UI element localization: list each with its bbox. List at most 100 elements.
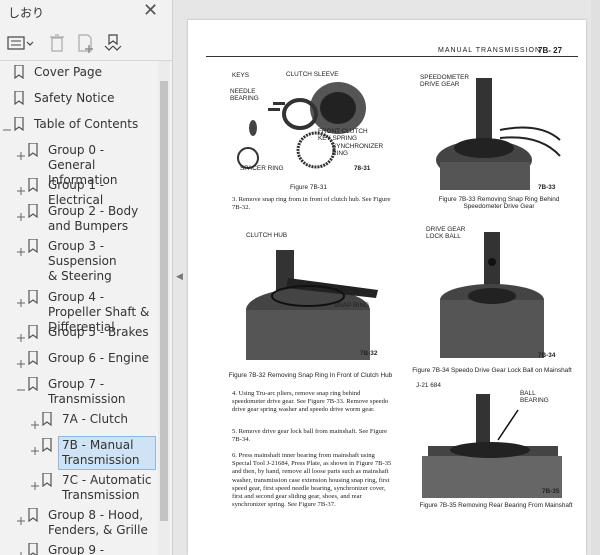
figure-7b-34-drawing: [440, 232, 544, 358]
fig31-number: 78-31: [354, 165, 371, 172]
bookmark-label: 7B - Manual Transmission: [62, 438, 140, 467]
bookmark-group-0[interactable]: Group 0 - General Information: [0, 143, 158, 187]
fig33-number: 7B-33: [538, 184, 556, 191]
bookmark-label: Group 8 - Hood, Fenders, & Grille: [48, 508, 148, 537]
expand-toggle-icon[interactable]: [16, 242, 26, 256]
fig32-label-snap-ring: SNAP RING: [334, 302, 370, 309]
expand-toggle-icon[interactable]: [16, 146, 26, 160]
bookmark-group-7[interactable]: Group 7 - Transmission: [0, 377, 158, 409]
panel-header: しおり ✕: [0, 0, 172, 24]
bookmark-7b-manual-transmission[interactable]: 7B - Manual Transmission: [0, 438, 158, 470]
list-options-icon[interactable]: [6, 32, 34, 54]
fig32-number: 7B-32: [360, 350, 378, 357]
bookmark-tree: Cover Page Safety Notice Table of Conten…: [0, 61, 158, 555]
figure-7b-32: CLUTCH HUB SNAP RING 7B-32: [228, 230, 388, 365]
header-rule-2: [248, 56, 308, 57]
bookmark-icon: [28, 508, 38, 522]
bookmark-label: Safety Notice: [34, 91, 115, 105]
bookmark-icon: [14, 91, 24, 105]
panel-scrollbar-thumb[interactable]: [160, 81, 168, 521]
bookmark-group-6[interactable]: Group 6 - Engine: [0, 351, 158, 369]
bookmark-label: Group 2 - Body and Bumpers: [48, 204, 139, 233]
bookmark-label: Group 6 - Engine: [48, 351, 150, 365]
bookmark-icon: [28, 143, 38, 157]
expand-toggle-icon[interactable]: [16, 181, 26, 195]
figure-7b-32-drawing: [246, 250, 378, 360]
bookmark-7c-automatic-transmission[interactable]: 7C - Automatic Transmission: [0, 473, 158, 505]
close-icon[interactable]: ✕: [143, 0, 158, 22]
bookmark-label: 7A - Clutch: [62, 412, 129, 426]
bookmark-icon: [28, 290, 38, 304]
collapse-toggle-icon[interactable]: [16, 380, 26, 391]
bookmark-icon: [28, 204, 38, 218]
fig31-caption: Figure 7B-31: [290, 184, 327, 191]
page-header-number: 7B- 27: [538, 46, 563, 55]
fig31-label-needle-bearing: NEEDLE BEARING: [230, 88, 259, 102]
bookmark-icon: [14, 117, 24, 131]
collapse-panel-icon[interactable]: ◀: [176, 272, 183, 282]
expand-toggle-icon[interactable]: [16, 511, 26, 525]
fig34-label-drive-gear-lock-ball: DRIVE GEAR LOCK BALL: [426, 226, 466, 240]
bookmark-label: Group 7 - Transmission: [48, 377, 126, 406]
bookmark-icon: [28, 178, 38, 192]
fig31-label-keys: KEYS: [232, 72, 250, 79]
figure-7b-31: KEYS CLUTCH SLEEVE NEEDLE BEARING FRONT …: [228, 68, 384, 178]
bookmark-safety-notice[interactable]: Safety Notice: [0, 91, 158, 109]
expand-toggle-icon[interactable]: [16, 293, 26, 307]
expand-toggle-icon[interactable]: [30, 415, 40, 429]
figure-7b-35: J-21 684 BALL BEARING 7B-35: [408, 380, 573, 500]
bookmark-label: Group 3 - Suspension & Steering: [48, 239, 117, 283]
fig35-label-ball-bearing: BALL BEARING: [520, 390, 549, 404]
fig35-number: 7B-35: [542, 488, 560, 495]
bookmark-group-3[interactable]: Group 3 - Suspension & Steering: [0, 239, 158, 285]
bookmark-group-9[interactable]: Group 9 -: [0, 543, 158, 555]
fig32-caption: Figure 7B-32 Removing Snap Ring In Front…: [228, 372, 393, 379]
bookmark-icon: [28, 351, 38, 365]
expand-toggle-icon[interactable]: [16, 207, 26, 221]
bookmark-icon: [42, 412, 52, 426]
expand-toggle-icon[interactable]: [16, 354, 26, 368]
bookmark-group-1[interactable]: Group 1 - Electrical: [0, 178, 158, 207]
fig34-caption: Figure 7B-34 Speedo Drive Gear Lock Ball…: [412, 367, 572, 374]
new-bookmark-icon[interactable]: [74, 32, 96, 54]
collapse-toggle-icon[interactable]: [2, 120, 12, 131]
expand-toggle-icon[interactable]: [30, 441, 40, 455]
fig33-label-speedometer-drive-gear: SPEEDOMETER DRIVE GEAR: [420, 74, 470, 88]
fig35-caption: Figure 7B-35 Removing Rear Bearing From …: [419, 502, 573, 509]
bookmark-group-2[interactable]: Group 2 - Body and Bumpers: [0, 204, 158, 236]
fig33-caption: Figure 7B-33 Removing Snap Ring Behind S…: [438, 196, 560, 210]
step-3-text: 3. Remove snap ring from in front of clu…: [232, 196, 391, 212]
step-6-text: 6. Press mainshaft inner bearing from ma…: [232, 452, 392, 509]
expand-toggle-icon[interactable]: [16, 328, 26, 342]
figure-7b-33: SPEEDOMETER DRIVE GEAR 7B-33: [418, 70, 568, 195]
bookmark-icon: [42, 473, 52, 487]
bookmark-7a-clutch[interactable]: 7A - Clutch: [0, 412, 158, 430]
expand-bookmark-icon[interactable]: [102, 32, 124, 54]
figure-7b-33-drawing: [436, 78, 561, 190]
bookmark-label: Group 9 -: [48, 543, 105, 555]
page-header-title: MANUAL TRANSMISSION: [438, 47, 542, 54]
panel-title: しおり: [8, 6, 45, 20]
bookmark-table-of-contents[interactable]: Table of Contents: [0, 117, 158, 135]
bookmark-group-4[interactable]: Group 4 - Propeller Shaft & Differential: [0, 290, 158, 334]
document-page: MANUAL TRANSMISSION 7B- 27 KEYS CLUTCH S…: [188, 20, 586, 555]
fig34-number: 7B-34: [538, 352, 556, 359]
panel-scrollbar[interactable]: [158, 61, 170, 555]
fig31-label-clutch-sleeve: CLUTCH SLEEVE: [286, 71, 339, 78]
fig31-label-synchronizer-ring: SYNCHRONIZER RING: [332, 143, 384, 157]
document-scrollbar[interactable]: [591, 0, 600, 555]
fig32-label-clutch-hub: CLUTCH HUB: [246, 232, 288, 239]
fig31-label-front-clutch-key-spring: FRONT CLUTCH KEY SPRING: [318, 128, 368, 142]
figure-7b-31-drawing: [237, 82, 366, 169]
expand-toggle-icon[interactable]: [30, 476, 40, 490]
bookmark-group-5[interactable]: Group 5 - Brakes: [0, 325, 158, 343]
step-4-text: 4. Using Tru-arc pliers, remove snap rin…: [232, 390, 389, 414]
figure-7b-34: DRIVE GEAR LOCK BALL 7B-34: [418, 222, 568, 362]
expand-toggle-icon[interactable]: [16, 546, 26, 555]
bookmark-group-8[interactable]: Group 8 - Hood, Fenders, & Grille: [0, 508, 158, 540]
bookmark-cover-page[interactable]: Cover Page: [0, 65, 158, 83]
bookmark-icon: [28, 239, 38, 253]
bookmark-label: Group 5 - Brakes: [48, 325, 149, 339]
bookmark-icon: [14, 65, 24, 79]
delete-icon[interactable]: [46, 32, 68, 54]
